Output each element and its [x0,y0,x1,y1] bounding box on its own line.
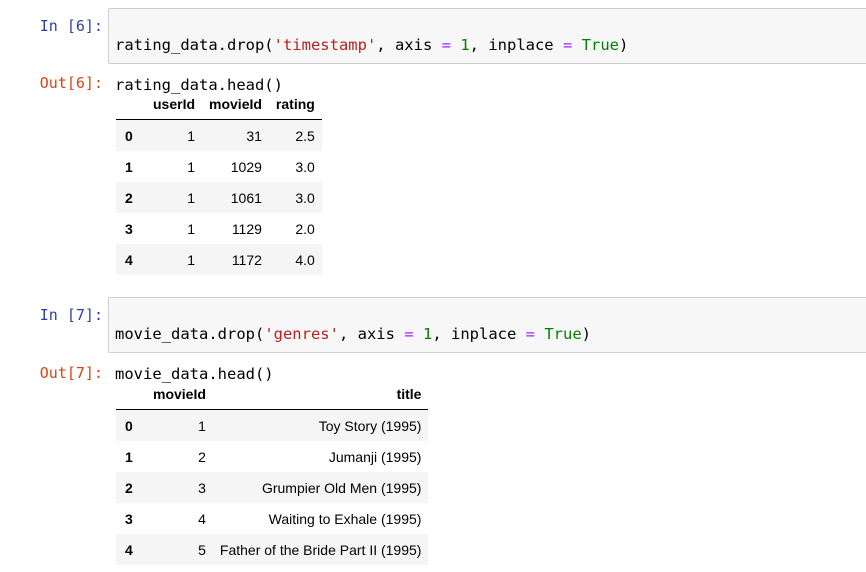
column-header: movieId [202,88,269,120]
table-row: 1 1 1029 3.0 [116,151,322,182]
row-index: 3 [125,510,133,527]
table-cell: Toy Story (1995) [318,417,422,434]
table-cell: 1 [198,417,206,434]
input-prompt: In [7]: [39,306,103,324]
table-cell: 4 [198,510,206,527]
table-cell: 2 [198,448,206,465]
row-index: 1 [125,448,133,465]
table-cell: 4.0 [295,251,315,268]
table-cell: 2.5 [295,127,315,144]
table-header-row: movieId title [116,378,429,410]
row-index: 1 [125,158,133,175]
table-cell: 1 [187,251,196,268]
column-header: rating [268,88,322,120]
row-index: 0 [125,127,133,144]
table-row: 4 1 1172 4.0 [116,244,322,275]
column-header: movieId [146,378,213,410]
table-cell: 1 [187,220,196,237]
table-cell: 1061 [230,189,262,206]
table-row: 4 5 Father of the Bride Part II (1995) [116,534,429,565]
column-header: title [212,378,429,410]
output-prompt: Out[7]: [39,364,103,382]
table-cell: 2.0 [295,220,315,237]
row-index: 3 [125,220,133,237]
table-cell: 5 [198,541,206,558]
row-index: 0 [125,417,133,434]
column-header: userId [146,88,203,120]
table-row: 3 1 1129 2.0 [116,213,322,244]
table-cell: 3 [198,479,206,496]
dataframe-table: userId movieId rating 0 1 31 2.5 1 1 102… [116,88,322,275]
code-line: movie_data.drop('genres', axis = 1, inpl… [115,325,592,343]
table-cell: 1129 [231,220,262,237]
table-cell: 3.0 [295,189,315,206]
row-index: 4 [125,541,133,558]
table-cell: Jumanji (1995) [328,448,422,465]
dataframe-table: movieId title 0 1 Toy Story (1995) 1 2 J… [116,378,429,565]
row-index: 2 [125,479,133,496]
row-index: 2 [125,189,133,206]
table-row: 2 1 1061 3.0 [116,182,322,213]
table-cell: 1 [187,189,196,206]
table-cell: 1172 [231,251,262,268]
table-cell: 31 [246,127,262,144]
table-row: 0 1 31 2.5 [116,119,322,151]
table-row: 0 1 Toy Story (1995) [116,409,429,441]
table-header-row: userId movieId rating [116,88,322,120]
table-cell: Grumpier Old Men (1995) [261,479,422,496]
table-row: 3 4 Waiting to Exhale (1995) [116,503,429,534]
table-cell: Father of the Bride Part II (1995) [219,541,422,558]
table-cell: 1 [187,127,196,144]
table-row: 2 3 Grumpier Old Men (1995) [116,472,429,503]
output-prompt: Out[6]: [39,74,103,92]
column-header [116,88,146,120]
input-prompt: In [6]: [39,17,103,35]
table-cell: Waiting to Exhale (1995) [268,510,422,527]
column-header [116,378,146,410]
table-cell: 1029 [230,158,262,175]
table-row: 1 2 Jumanji (1995) [116,441,429,472]
row-index: 4 [125,251,133,268]
table-cell: 1 [187,158,196,175]
code-input-cell[interactable]: rating_data.drop('timestamp', axis = 1, … [108,8,866,94]
code-line: rating_data.drop('timestamp', axis = 1, … [115,36,629,54]
table-cell: 3.0 [295,158,315,175]
code-input-cell[interactable]: movie_data.drop('genres', axis = 1, inpl… [108,297,866,383]
